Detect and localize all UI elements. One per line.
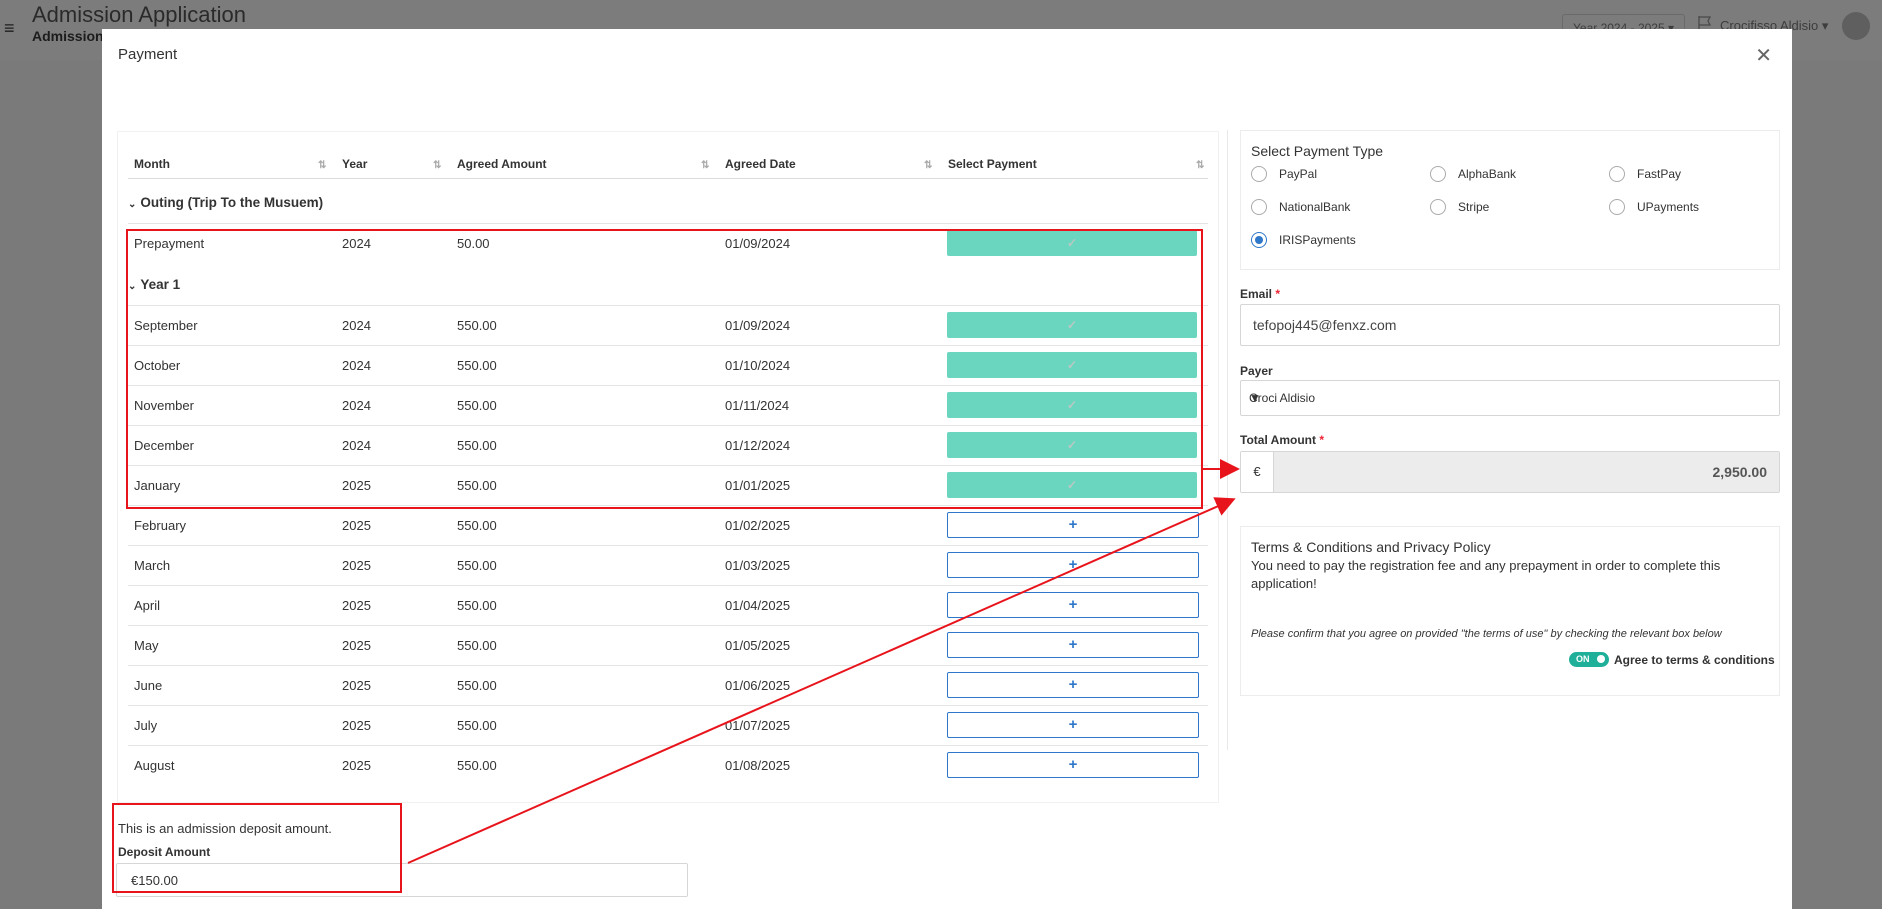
- annotation-arrows: [407, 459, 1240, 864]
- arrow-deposit-to-total: [407, 497, 1236, 864]
